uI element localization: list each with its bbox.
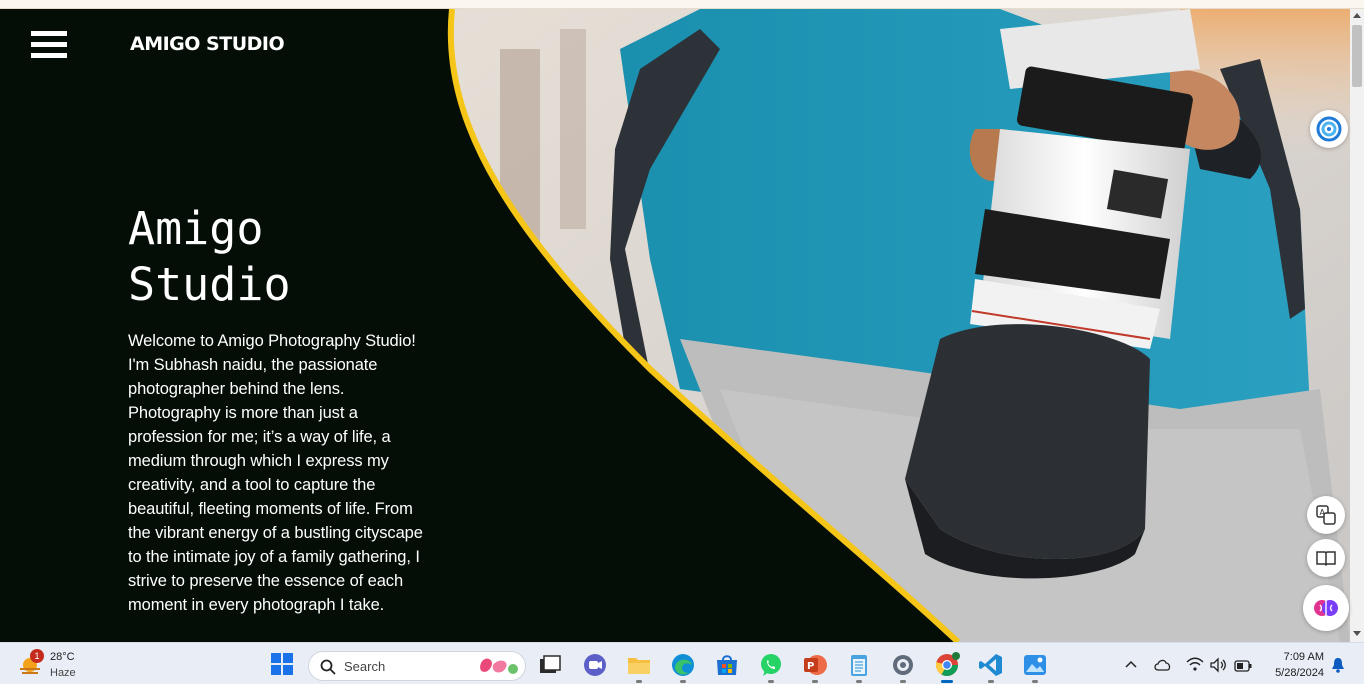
search-placeholder: Search [344, 659, 386, 674]
copilot-icon [1316, 116, 1342, 142]
store-icon [717, 655, 737, 675]
running-indicator [900, 680, 906, 683]
task-view-button[interactable] [537, 652, 563, 678]
windows-start-button[interactable] [270, 652, 296, 678]
settings-button[interactable] [890, 652, 916, 683]
hamburger-bar [31, 53, 67, 58]
photos-icon [1024, 655, 1046, 675]
scroll-up-icon[interactable] [1353, 13, 1361, 18]
hamburger-bar [31, 31, 67, 36]
clock-time[interactable]: 7:09 AM [1262, 651, 1324, 663]
whatsapp-button[interactable] [758, 652, 784, 683]
vscode-icon [979, 654, 1002, 676]
brain-icon [1314, 600, 1338, 616]
settings-icon [893, 655, 913, 675]
notification-bell-icon[interactable] [1331, 657, 1345, 673]
search-icon [320, 659, 336, 675]
running-indicator [636, 680, 642, 683]
onedrive-icon[interactable] [1154, 658, 1172, 672]
powerpoint-icon: P [804, 655, 827, 675]
scroll-thumb[interactable] [1352, 25, 1362, 87]
weather-widget[interactable]: 1 28°C Haze [18, 649, 98, 680]
battery-icon[interactable] [1234, 660, 1252, 672]
reader-mode-button[interactable] [1307, 539, 1345, 577]
whatsapp-icon [761, 654, 781, 676]
running-indicator [1032, 680, 1038, 683]
clock-date[interactable]: 5/28/2024 [1262, 667, 1324, 679]
hero-title-line: Studio [128, 258, 291, 311]
reader-icon [1316, 551, 1336, 567]
copilot-button[interactable] [1310, 110, 1348, 148]
hamburger-bar [31, 42, 67, 47]
search-highlight-icon [480, 658, 518, 674]
translate-icon: A [1316, 505, 1336, 525]
chevron-up-icon[interactable] [1124, 658, 1138, 672]
folder-button[interactable] [626, 652, 652, 683]
translate-button[interactable]: A [1307, 496, 1345, 534]
taskbar-search-box[interactable]: Search [308, 651, 526, 681]
page-viewport: AMIGO STUDIO Amigo Studio Welcome to Ami… [0, 9, 1350, 642]
chrome-button[interactable] [934, 652, 960, 683]
running-indicator [680, 680, 686, 683]
notepad-icon [851, 655, 867, 676]
running-indicator [988, 680, 994, 683]
browser-top-edge [0, 0, 1364, 9]
hero-title: Amigo Studio [128, 201, 428, 313]
page-scrollbar[interactable] [1350, 9, 1364, 642]
hero-title-line: Amigo [128, 202, 264, 255]
svg-text:P: P [807, 661, 814, 672]
weather-badge: 1 [30, 649, 44, 663]
scroll-down-icon[interactable] [1353, 631, 1361, 636]
chrome-icon [936, 652, 960, 676]
ai-assistant-button[interactable] [1303, 585, 1349, 631]
running-indicator [856, 680, 862, 683]
svg-text:A: A [1320, 508, 1326, 517]
powerpoint-button[interactable]: P [802, 652, 828, 683]
teams-icon [584, 654, 606, 676]
file-explorer-icon [540, 655, 561, 673]
hero-description: Welcome to Amigo Photography Studio! I'm… [128, 332, 423, 614]
edge-button[interactable] [670, 652, 696, 683]
weather-condition: Haze [50, 667, 76, 679]
windows-start-icon [271, 653, 293, 675]
wifi-icon[interactable] [1186, 657, 1204, 673]
running-indicator [768, 680, 774, 683]
hamburger-menu-icon[interactable] [31, 31, 67, 61]
active-indicator [941, 680, 953, 683]
running-indicator [812, 680, 818, 683]
weather-temperature: 28°C [50, 651, 75, 663]
notepad-button[interactable] [846, 652, 872, 683]
store-button[interactable] [714, 652, 740, 678]
volume-icon[interactable] [1209, 657, 1227, 673]
folder-icon [628, 658, 650, 674]
site-brand[interactable]: AMIGO STUDIO [130, 33, 285, 55]
teams-button[interactable] [582, 652, 608, 678]
windows-taskbar: 1 28°C Haze Search P 7:09 AM 5/28/2024 [0, 642, 1364, 684]
edge-icon [672, 654, 694, 676]
photos-button[interactable] [1022, 652, 1048, 683]
vscode-button[interactable] [978, 652, 1004, 683]
